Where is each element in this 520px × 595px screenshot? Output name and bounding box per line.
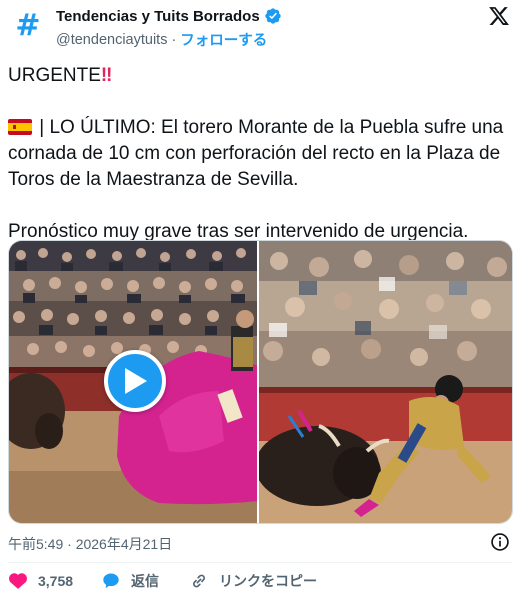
- video-thumbnail[interactable]: [9, 241, 259, 523]
- timestamp[interactable]: 午前5:49 · 2026年4月21日: [8, 534, 172, 554]
- x-logo-icon[interactable]: [488, 5, 510, 27]
- divider: [8, 562, 512, 563]
- speech-bubble-icon: [103, 573, 119, 589]
- like-button[interactable]: 3,758: [8, 571, 73, 591]
- display-name[interactable]: Tendencias y Tuits Borrados: [56, 8, 260, 25]
- handle[interactable]: @tendenciaytuits: [56, 32, 167, 48]
- avatar[interactable]: #: [8, 6, 48, 46]
- copy-link-label: リンクをコピー: [219, 573, 318, 589]
- news-text: | LO ÚLTIMO: El torero Morante de la Pue…: [8, 117, 504, 190]
- urgent-label: URGENTE: [8, 65, 101, 86]
- avatar-hash-icon: #: [15, 8, 41, 43]
- link-icon: [193, 574, 206, 588]
- action-bar: 3,758 返信 リンクをコピー: [8, 571, 317, 591]
- like-count: 3,758: [38, 573, 74, 589]
- handle-row: @tendenciaytuits · フォローする: [56, 29, 267, 50]
- tweet-card: # Tendencias y Tuits Borrados @tendencia…: [0, 0, 520, 595]
- text-line-urgent: URGENTE‼: [8, 63, 514, 89]
- verified-badge-icon: [264, 8, 281, 24]
- reply-button[interactable]: 返信: [101, 571, 159, 591]
- media-grid: [8, 240, 513, 524]
- photo-thumbnail[interactable]: [259, 241, 512, 523]
- spain-flag-icon: [8, 119, 32, 135]
- follow-button[interactable]: フォローする: [180, 29, 267, 50]
- text-line-news: | LO ÚLTIMO: El torero Morante de la Pue…: [8, 115, 514, 193]
- reply-label: 返信: [131, 573, 160, 589]
- separator-dot: ·: [171, 31, 177, 48]
- heart-icon: [9, 573, 27, 589]
- double-exclamation-icon: ‼: [100, 65, 113, 86]
- play-icon: [125, 368, 147, 394]
- copy-link-button[interactable]: リンクをコピー: [189, 571, 317, 591]
- name-row: Tendencias y Tuits Borrados: [56, 7, 282, 25]
- info-icon[interactable]: [490, 532, 510, 552]
- tweet-text: URGENTE‼ | LO ÚLTIMO: El torero Morante …: [8, 63, 514, 245]
- bullfight-photo-image: [259, 241, 512, 523]
- play-button[interactable]: [104, 350, 166, 412]
